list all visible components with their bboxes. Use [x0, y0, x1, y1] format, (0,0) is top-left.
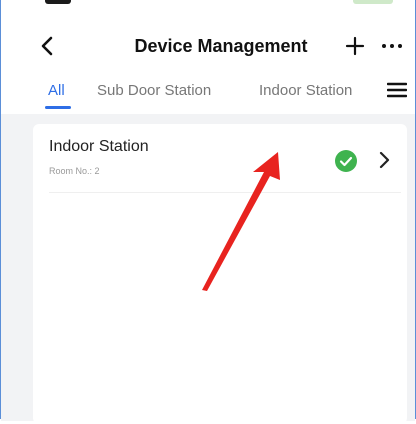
active-tab-indicator	[45, 106, 71, 109]
page-title: Device Management	[134, 36, 308, 56]
menu-icon	[386, 82, 408, 98]
tab-all[interactable]: All	[48, 82, 65, 99]
device-name: Indoor Station	[49, 138, 149, 155]
more-icon	[382, 44, 402, 48]
chevron-left-icon	[41, 36, 53, 56]
status-bar-fragment	[45, 0, 71, 4]
tab-indoor-station[interactable]: Indoor Station	[259, 82, 352, 99]
tab-sub-door-station[interactable]: Sub Door Station	[97, 82, 211, 99]
tab-menu-button[interactable]	[386, 82, 409, 102]
add-device-button[interactable]	[343, 34, 367, 58]
back-button[interactable]	[35, 32, 59, 60]
more-options-button[interactable]	[379, 34, 405, 58]
device-room-number: Room No.: 2	[49, 166, 100, 176]
plus-icon	[345, 36, 365, 56]
red-arrow-annotation	[202, 152, 280, 291]
chevron-right-icon	[379, 151, 390, 169]
app-frame: Device Management All Sub Door Station I…	[0, 0, 416, 424]
navigation-bar: Device Management	[1, 24, 415, 68]
device-tabs: All Sub Door Station Indoor Station	[1, 72, 415, 112]
check-circle-icon	[335, 150, 357, 172]
battery-icon	[353, 0, 393, 4]
